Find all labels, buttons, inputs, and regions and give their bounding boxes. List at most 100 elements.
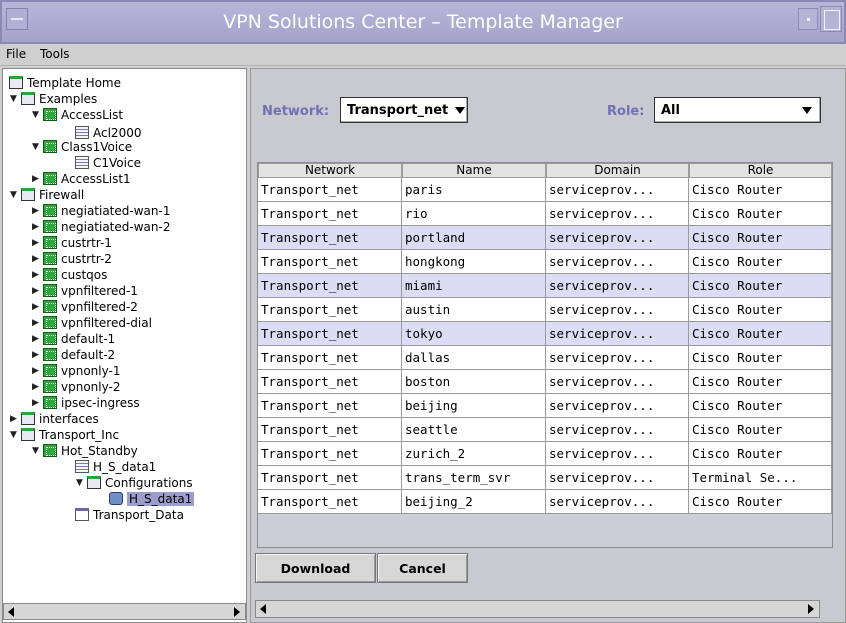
table-row[interactable]: Transport_net tokyo serviceprov... Cisco Ro… [258, 322, 832, 346]
collapse-toggle-icon[interactable]: ▼ [31, 445, 40, 457]
tree-node-label: AccessList1 [61, 171, 131, 186]
table-cell-domain: serviceprov... [546, 202, 689, 226]
expand-toggle-icon[interactable]: ▶ [9, 413, 18, 425]
tree-node[interactable]: ▶ vpnonly-1 [31, 363, 120, 378]
table-row[interactable]: Transport_net boston serviceprov... Cisco R… [258, 370, 832, 394]
title-bar[interactable]: VPN Solutions Center – Template Manager [0, 0, 846, 44]
tree-node[interactable]: ▶ ipsec-ingress [31, 395, 140, 410]
column-header-name[interactable]: Name [402, 163, 546, 178]
tree-node[interactable]: H_S_data1 [109, 491, 195, 506]
template-icon [43, 172, 57, 185]
table-row[interactable]: Transport_net portland serviceprov... Cisco… [258, 226, 832, 250]
tree-node-label: custrtr-2 [61, 251, 112, 266]
network-dropdown[interactable]: Transport_net [340, 97, 468, 123]
expand-toggle-icon[interactable]: ▶ [31, 333, 40, 345]
expand-toggle-icon[interactable]: ▶ [31, 237, 40, 249]
tree-node[interactable]: C1Voice [75, 155, 141, 170]
table-row[interactable]: Transport_net paris serviceprov... Cisco Ro… [258, 178, 832, 202]
collapse-toggle-icon[interactable]: ▼ [75, 477, 84, 489]
maximize-icon[interactable] [820, 6, 842, 32]
template-icon [43, 380, 57, 393]
tree-node[interactable]: Template Home [9, 75, 121, 90]
expand-toggle-icon[interactable]: ▶ [31, 269, 40, 281]
expand-toggle-icon[interactable]: ▶ [31, 285, 40, 297]
table-row[interactable]: Transport_net trans_term_svr serviceprov..… [258, 466, 832, 490]
tree-node[interactable]: ▶ vpnfiltered-2 [31, 299, 138, 314]
expand-toggle-icon[interactable]: ▶ [31, 173, 40, 185]
collapse-toggle-icon[interactable]: ▼ [9, 93, 18, 105]
expand-toggle-icon[interactable]: ▶ [31, 301, 40, 313]
tree-node[interactable]: ▼ Hot_Standby [31, 443, 138, 458]
tree-node[interactable]: ▼ Class1Voice [31, 139, 132, 154]
tree-node[interactable]: ▶ default-2 [31, 347, 115, 362]
tree-node[interactable]: ▶ vpnonly-2 [31, 379, 120, 394]
expand-toggle-icon[interactable]: ▶ [31, 253, 40, 265]
tree-node[interactable]: ▼ Transport_Inc [9, 427, 119, 442]
table-row[interactable]: Transport_net hongkong serviceprov... Cisco… [258, 250, 832, 274]
tree-node-label: default-1 [61, 331, 116, 346]
expand-toggle-icon[interactable]: ▶ [31, 381, 40, 393]
tree-node[interactable]: ▶ custrtr-2 [31, 251, 112, 266]
tree-node[interactable]: ▶ interfaces [9, 411, 99, 426]
tree-horizontal-scrollbar[interactable] [3, 603, 246, 620]
tree-node-label: H_S_data1 [93, 459, 157, 474]
table-row[interactable]: Transport_net beijing_2 serviceprov... Cisc… [258, 490, 832, 514]
tree-node[interactable]: Acl2000 [75, 125, 141, 140]
table-row[interactable]: Transport_net austin serviceprov... Cisco R… [258, 298, 832, 322]
collapse-toggle-icon[interactable]: ▼ [9, 189, 18, 201]
tree-node[interactable]: ▼ Configurations [75, 475, 193, 490]
table-cell-role: Cisco Router [689, 490, 832, 514]
column-header-domain[interactable]: Domain [546, 163, 689, 178]
tree-node[interactable]: ▼ Examples [9, 91, 97, 106]
download-button[interactable]: Download [255, 553, 376, 583]
expand-toggle-icon[interactable]: ▶ [31, 349, 40, 361]
table-row[interactable]: Transport_net rio serviceprov... Cisco Rout… [258, 202, 832, 226]
collapse-toggle-icon[interactable]: ▼ [31, 141, 40, 153]
template-icon [43, 332, 57, 345]
expand-toggle-icon[interactable]: ▶ [31, 317, 40, 329]
tree-node[interactable]: Transport_Data [75, 507, 184, 522]
table-cell-domain: serviceprov... [546, 490, 689, 514]
menu-tools[interactable]: Tools [40, 47, 70, 61]
scroll-left-icon[interactable] [6, 606, 17, 617]
window-menu-icon[interactable] [6, 8, 28, 30]
tree-node[interactable]: H_S_data1 [75, 459, 156, 474]
column-header-role[interactable]: Role [689, 163, 832, 178]
column-header-network[interactable]: Network [258, 163, 402, 178]
table-row[interactable]: Transport_net beijing serviceprov... Cisco … [258, 394, 832, 418]
table-cell-role: Cisco Router [689, 418, 832, 442]
collapse-toggle-icon[interactable]: ▼ [9, 429, 18, 441]
expand-toggle-icon[interactable]: ▶ [31, 397, 40, 409]
tree-node[interactable]: ▶ vpnfiltered-dial [31, 315, 152, 330]
tree-node[interactable]: ▶ negiatiated-wan-2 [31, 219, 170, 234]
tree-node[interactable]: ▶ custrtr-1 [31, 235, 112, 250]
table-cell-name: zurich_2 [402, 442, 546, 466]
table-horizontal-scrollbar[interactable] [255, 600, 820, 618]
collapse-toggle-icon[interactable]: ▼ [31, 109, 40, 121]
tree-node[interactable]: ▶ vpnfiltered-1 [31, 283, 138, 298]
table-row[interactable]: Transport_net dallas serviceprov... Cisco R… [258, 346, 832, 370]
cancel-button[interactable]: Cancel [377, 553, 468, 583]
tree-node[interactable]: ▶ default-1 [31, 331, 115, 346]
expand-toggle-icon[interactable]: ▶ [31, 205, 40, 217]
role-dropdown[interactable]: All [654, 97, 821, 123]
menu-file[interactable]: File [6, 47, 26, 61]
scroll-right-icon[interactable] [231, 606, 242, 617]
minimize-icon[interactable] [798, 8, 818, 30]
scroll-right-icon[interactable] [805, 603, 816, 615]
tree-node[interactable]: ▶ AccessList1 [31, 171, 131, 186]
chevron-down-icon [455, 106, 466, 114]
scroll-left-icon[interactable] [258, 603, 269, 615]
folder-icon [9, 76, 23, 89]
tree-node[interactable]: ▼ Firewall [9, 187, 84, 202]
table-cell-network: Transport_net [258, 298, 402, 322]
tree-node[interactable]: ▼ AccessList [31, 107, 123, 122]
tree-node[interactable]: ▶ negiatiated-wan-1 [31, 203, 170, 218]
tree-node[interactable]: ▶ custqos [31, 267, 107, 282]
expand-toggle-icon[interactable]: ▶ [31, 365, 40, 377]
table-row[interactable]: Transport_net zurich_2 serviceprov... Cisco… [258, 442, 832, 466]
tree-node-label: Transport_Inc [39, 427, 120, 442]
expand-toggle-icon[interactable]: ▶ [31, 221, 40, 233]
table-row[interactable]: Transport_net seattle serviceprov... Cisco … [258, 418, 832, 442]
table-row[interactable]: Transport_net miami serviceprov... Cisco Ro… [258, 274, 832, 298]
